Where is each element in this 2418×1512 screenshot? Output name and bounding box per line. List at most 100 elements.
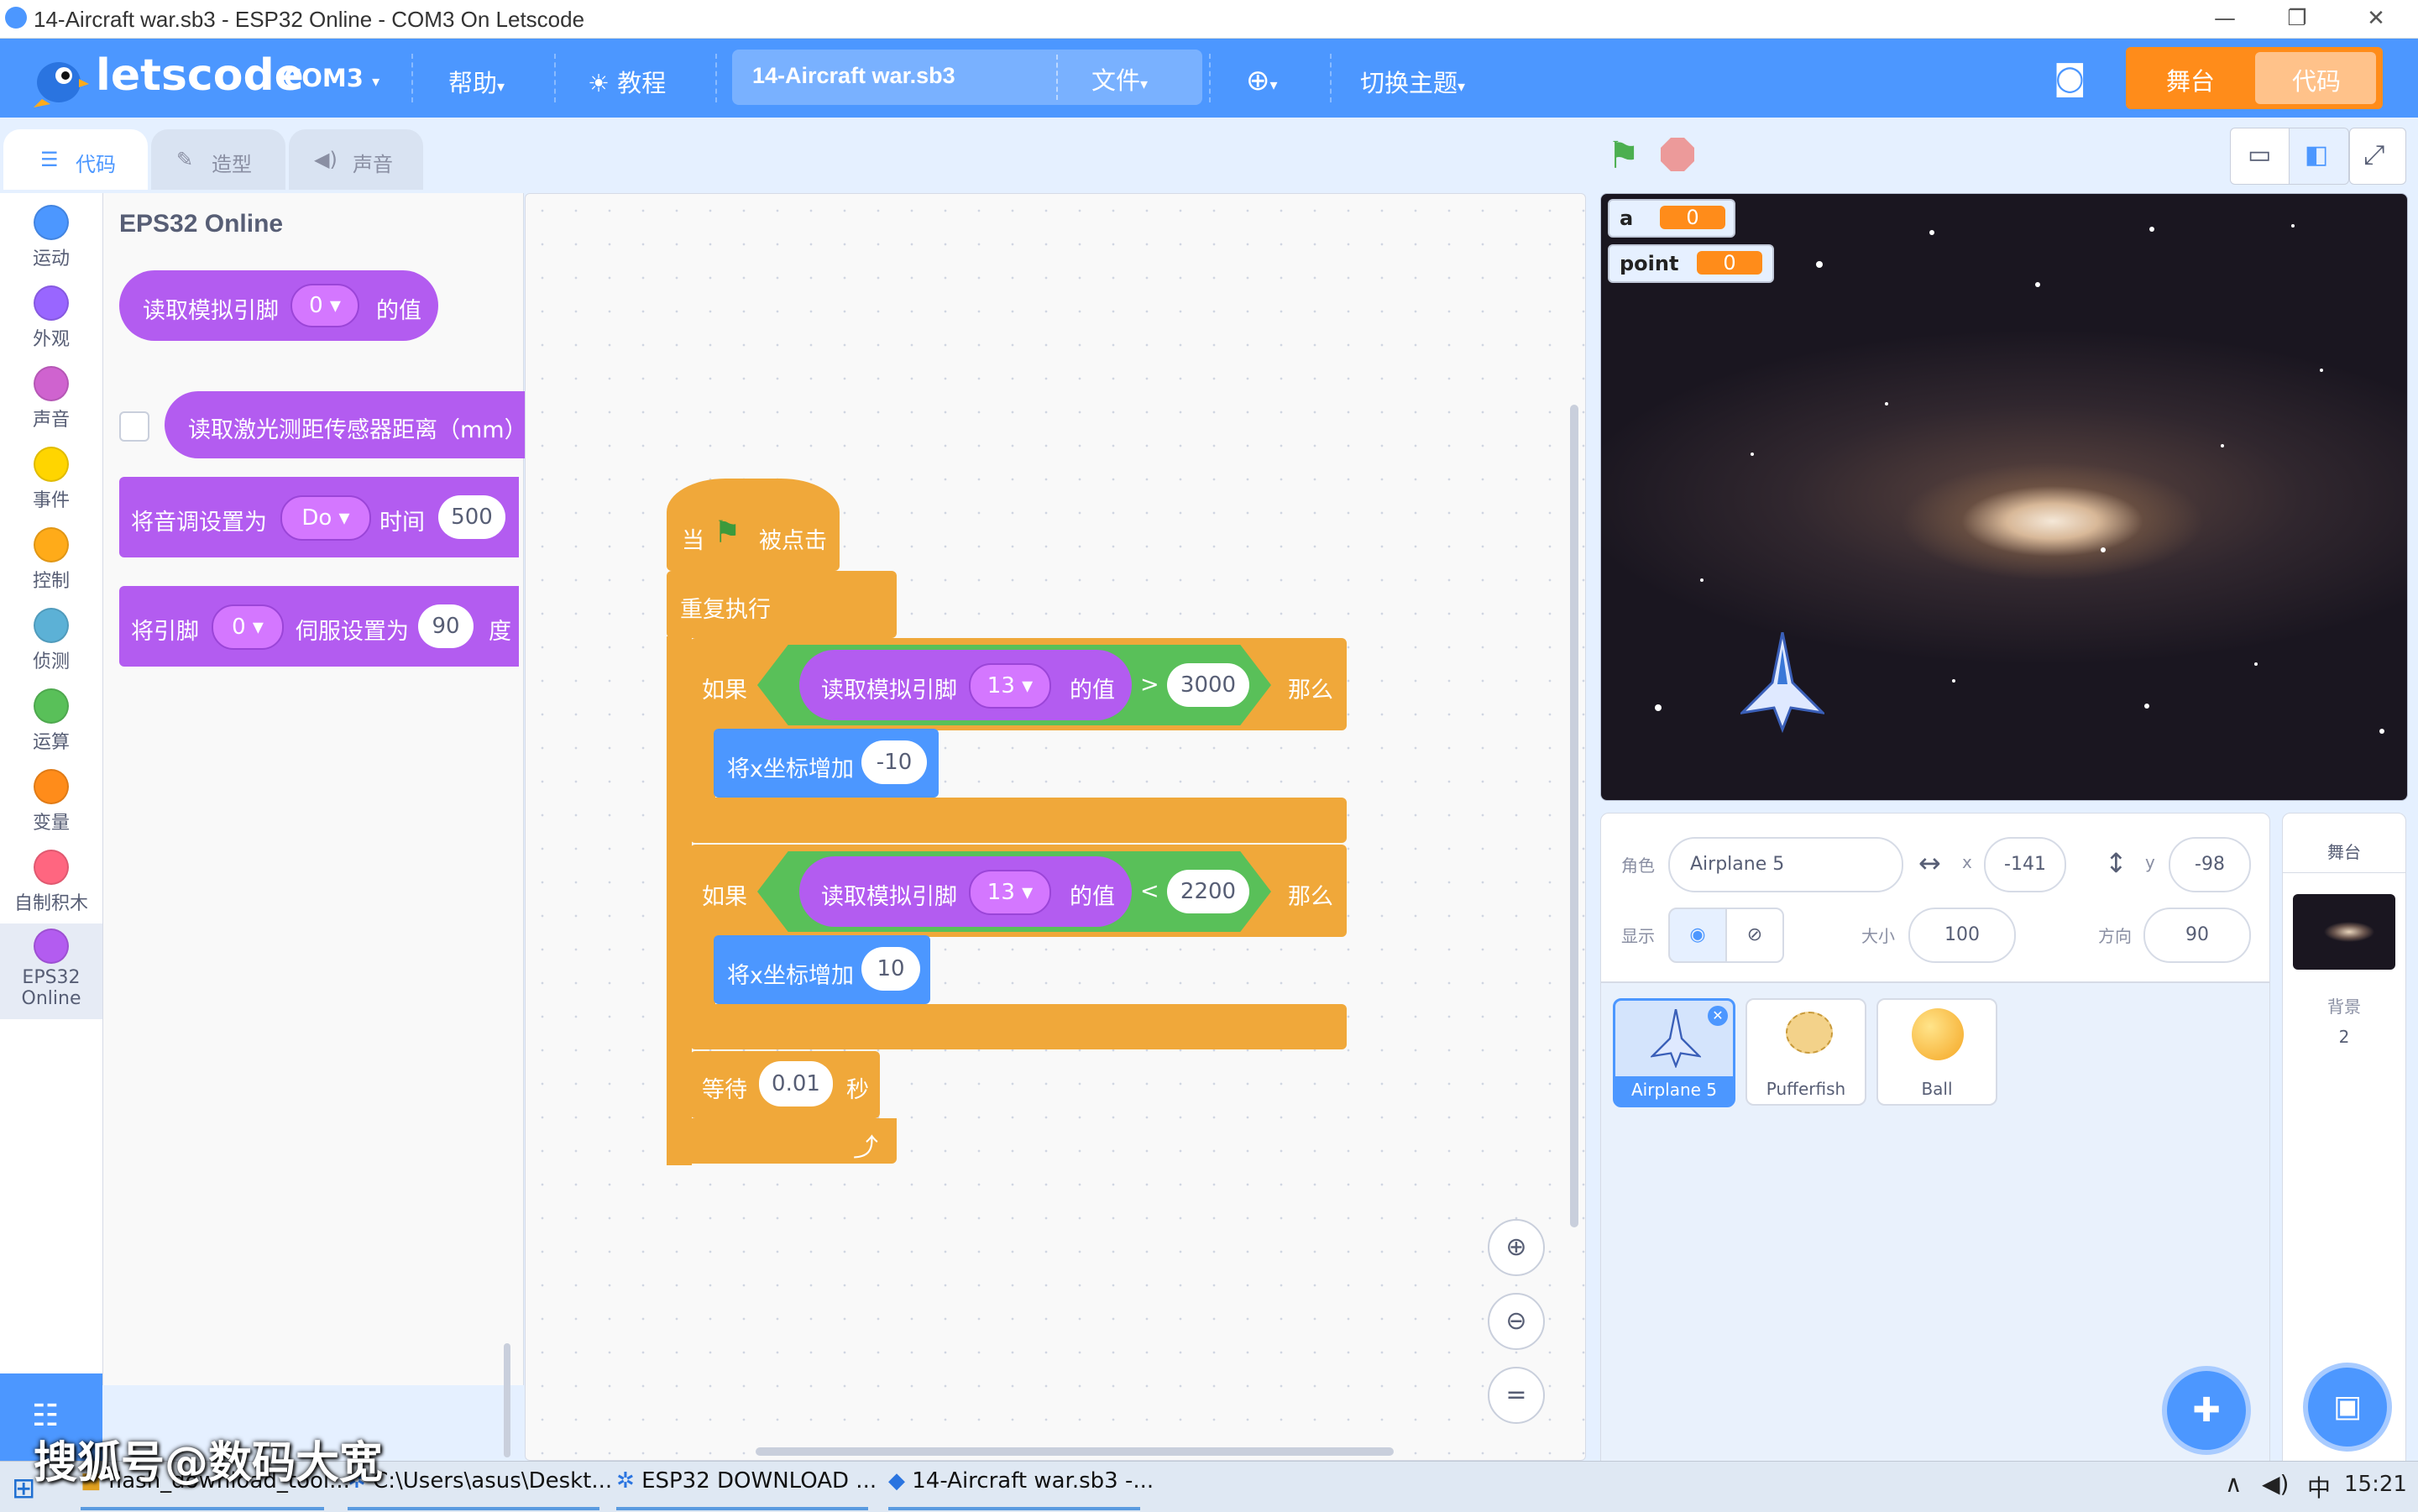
zoom-in-button[interactable]: ⊕ <box>1488 1219 1545 1276</box>
large-stage-icon: ◧ <box>2305 140 2329 170</box>
letscode-bird-icon[interactable] <box>30 49 89 109</box>
theme-menu[interactable]: 切换主题▾ <box>1360 64 1465 99</box>
sprite-item-pufferfish[interactable]: Pufferfish <box>1745 998 1866 1106</box>
workspace-vertical-scrollbar[interactable] <box>1570 405 1578 1227</box>
change-x-input[interactable]: -10 <box>861 740 927 784</box>
block-set-tone[interactable]: 将音调设置为 Do ▾ 时间 500 <box>119 477 519 557</box>
block-set-servo[interactable]: 将引脚 0 ▾ 伺服设置为 90 度 <box>119 586 519 667</box>
block-text: 的值 <box>376 298 421 324</box>
category-sensing[interactable]: 侦测 <box>0 608 102 673</box>
fullscreen-button[interactable]: ⤢ <box>2349 128 2406 185</box>
palette-scrollbar[interactable] <box>504 1343 510 1457</box>
tab-code[interactable]: ☰ 代码 <box>3 129 148 190</box>
category-esp32-online[interactable]: EPS32 Online <box>0 929 102 1009</box>
port-menu[interactable]: COM3 ▾ <box>284 64 379 92</box>
monitor-checkbox[interactable] <box>119 411 149 442</box>
windows-start-icon[interactable]: ⊞ <box>12 1472 36 1505</box>
y-input[interactable]: -98 <box>2169 837 2251 892</box>
close-button[interactable]: ✕ <box>2342 3 2410 34</box>
minimize-button[interactable]: — <box>2191 3 2258 34</box>
category-looks[interactable]: 外观 <box>0 285 102 351</box>
variable-monitor-a[interactable]: a 0 <box>1608 199 1735 238</box>
green-flag-button[interactable]: ⚑ <box>1607 134 1640 177</box>
direction-input[interactable]: 90 <box>2143 908 2251 963</box>
block-change-x-by[interactable]: 将x坐标增加 10 <box>714 935 930 1004</box>
stop-button[interactable] <box>1661 138 1694 171</box>
taskbar-item-explorer[interactable]: ✲ C:\Users\asus\Deskt... <box>348 1468 612 1510</box>
stage-mode-button[interactable]: 舞台 <box>2166 62 2215 97</box>
threshold-input[interactable]: 2200 <box>1167 870 1249 913</box>
category-sound[interactable]: 声音 <box>0 366 102 432</box>
add-backdrop-button[interactable]: ▣ <box>2303 1363 2392 1452</box>
logo-text[interactable]: letscode <box>96 50 304 101</box>
project-name-box[interactable]: 14-Aircraft war.sb3 文件▾ <box>732 50 1202 105</box>
block-text: 的值 <box>1070 678 1115 704</box>
hide-sprite-button[interactable]: ⊘ <box>1725 908 1784 963</box>
stage-panel-title: 舞台 <box>2327 842 2361 862</box>
tab-sound[interactable]: ◀) 声音 <box>289 129 423 190</box>
pin-dropdown[interactable]: 13 ▾ <box>969 663 1051 709</box>
category-motion[interactable]: 运动 <box>0 205 102 270</box>
block-change-x-by[interactable]: 将x坐标增加 -10 <box>714 729 939 798</box>
block-read-analog-pin[interactable]: 读取模拟引脚 13 ▾ 的值 <box>799 650 1132 720</box>
backdrop-thumbnail[interactable] <box>2293 894 2395 970</box>
note-dropdown[interactable]: Do ▾ <box>280 495 371 541</box>
pin-dropdown[interactable]: 0 ▾ <box>290 284 359 327</box>
taskbar-item-esp32-download[interactable]: ✲ ESP32 DOWNLOAD ... <box>616 1468 877 1510</box>
tutorial-menu[interactable]: ☀ 教程 <box>588 64 666 99</box>
code-mode-button[interactable]: 代码 <box>2255 52 2376 104</box>
block-laser-distance[interactable]: 读取激光测距传感器距离（mm） <box>165 391 534 458</box>
add-sprite-button[interactable]: ✚ <box>2162 1366 2251 1455</box>
zoom-reset-button[interactable]: = <box>1488 1367 1545 1424</box>
x-input[interactable]: -141 <box>1984 837 2066 892</box>
zoom-out-button[interactable]: ⊖ <box>1488 1293 1545 1350</box>
stage-canvas[interactable]: a 0 point 0 <box>1600 193 2408 801</box>
block-text: 秒 <box>846 1077 869 1103</box>
block-text: 时间 <box>379 510 425 536</box>
block-if-2[interactable]: 如果 读取模拟引脚 13 ▾ 的值 < 2200 那么 <box>690 845 1347 937</box>
category-operators[interactable]: 运算 <box>0 688 102 754</box>
large-stage-button[interactable]: ◧ <box>2289 128 2349 185</box>
block-read-analog-pin[interactable]: 读取模拟引脚 13 ▾ 的值 <box>799 856 1132 927</box>
clock-time[interactable]: 15:21 <box>2344 1472 2407 1497</box>
tab-costume[interactable]: ✎ 造型 <box>151 129 285 190</box>
chevron-up-icon[interactable]: ∧ <box>2225 1470 2243 1498</box>
pin-dropdown[interactable]: 13 ▾ <box>969 870 1051 915</box>
help-menu[interactable]: 帮助▾ <box>448 64 505 99</box>
block-when-flag-clicked[interactable]: 当 ⚑ 被点击 <box>667 479 840 571</box>
show-sprite-button[interactable]: ◉ <box>1668 908 1727 963</box>
airplane-sprite[interactable] <box>1740 632 1824 733</box>
category-my-blocks[interactable]: 自制积木 <box>0 850 102 915</box>
ime-indicator[interactable]: 中 <box>2307 1470 2331 1504</box>
camera-icon[interactable]: ◙ <box>2054 59 2086 97</box>
block-forever[interactable]: 重复执行 <box>667 571 897 638</box>
file-menu[interactable]: 文件▾ <box>1091 61 1148 97</box>
block-if-1[interactable]: 如果 读取模拟引脚 13 ▾ 的值 > 3000 那么 <box>690 638 1347 730</box>
active-underline <box>888 1507 1140 1510</box>
operator-symbol: > <box>1140 672 1159 698</box>
language-menu[interactable]: ⊕▾ <box>1246 64 1278 97</box>
angle-input[interactable]: 90 <box>418 604 474 648</box>
category-events[interactable]: 事件 <box>0 447 102 512</box>
wait-seconds-input[interactable]: 0.01 <box>759 1061 833 1107</box>
threshold-input[interactable]: 3000 <box>1167 663 1249 707</box>
horizontal-arrows-icon: ↔ <box>1918 847 1941 879</box>
category-control[interactable]: 控制 <box>0 527 102 593</box>
variable-monitor-point[interactable]: point 0 <box>1608 244 1774 283</box>
pin-dropdown[interactable]: 0 ▾ <box>212 604 284 650</box>
maximize-button[interactable]: ❐ <box>2264 3 2331 34</box>
time-input[interactable]: 500 <box>438 495 505 539</box>
workspace-horizontal-scrollbar[interactable] <box>756 1447 1394 1456</box>
block-read-analog-pin[interactable]: 读取模拟引脚 0 ▾ 的值 <box>119 270 438 341</box>
sprite-item-ball[interactable]: Ball <box>1876 998 1997 1106</box>
taskbar-item-letscode[interactable]: ◆ 14-Aircraft war.sb3 -... <box>888 1468 1154 1510</box>
category-variables[interactable]: 变量 <box>0 769 102 834</box>
sprite-name-input[interactable]: Airplane 5 <box>1668 837 1903 892</box>
delete-sprite-icon[interactable]: ✕ <box>1708 1006 1728 1026</box>
change-x-input[interactable]: 10 <box>861 947 920 991</box>
volume-icon[interactable]: ◀) <box>2262 1470 2289 1498</box>
sprite-item-airplane[interactable]: ✕ Airplane 5 <box>1613 998 1735 1107</box>
size-input[interactable]: 100 <box>1908 908 2016 963</box>
small-stage-button[interactable]: ▭ <box>2230 128 2290 185</box>
block-wait[interactable]: 等待 0.01 秒 <box>690 1051 880 1118</box>
